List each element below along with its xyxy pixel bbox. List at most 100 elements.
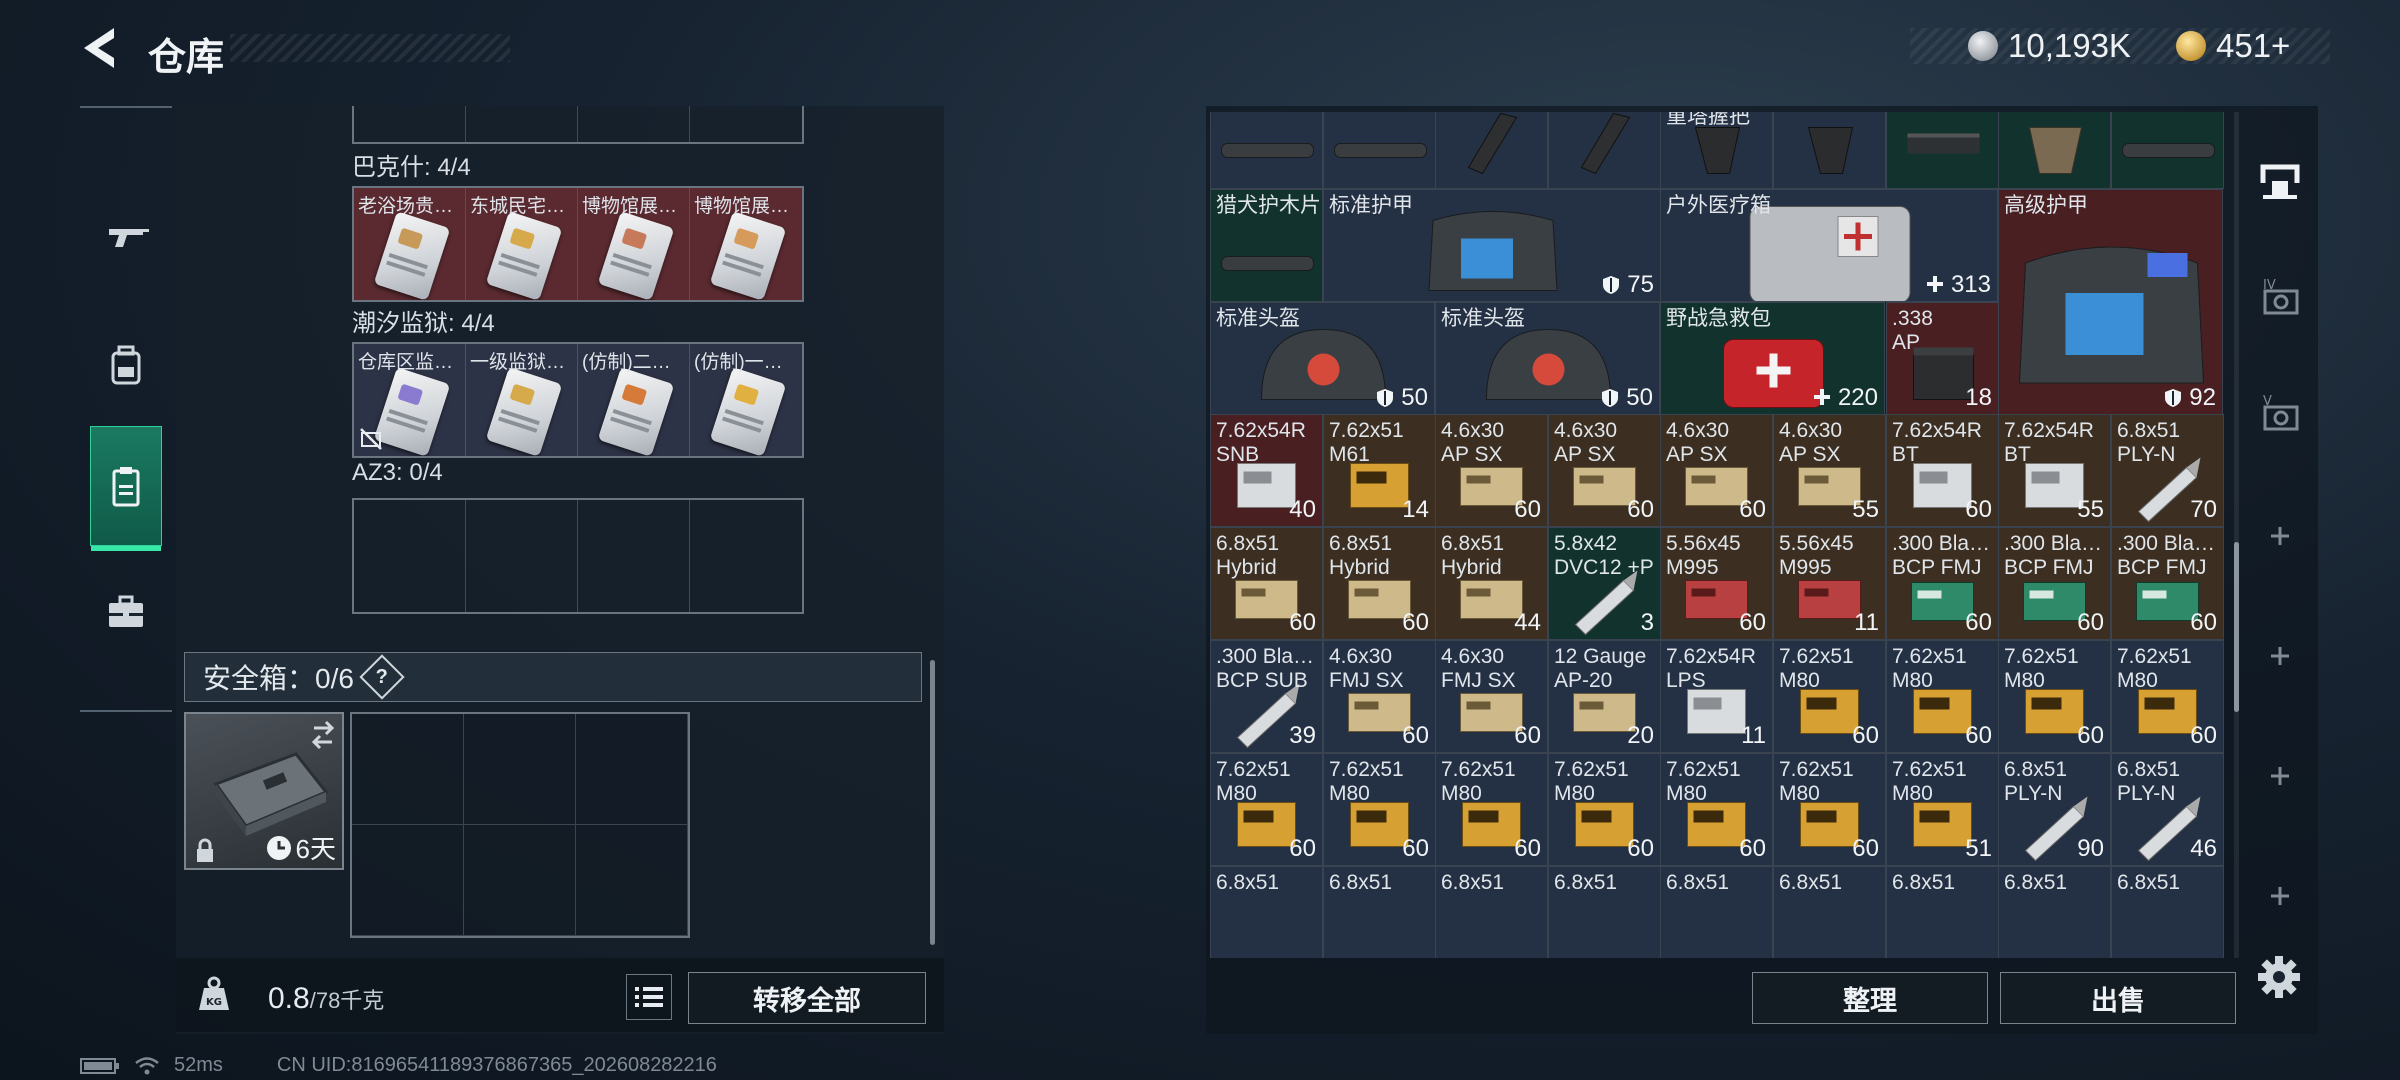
safe-slot[interactable] (576, 825, 688, 936)
inventory-item[interactable]: 7.62x51 M80 60 (2111, 640, 2224, 753)
briefcase-tab[interactable] (90, 552, 162, 672)
inventory-item[interactable]: 猎犬护木片 (2111, 112, 2224, 189)
inventory-item[interactable]: 6.8x51 PLY-N 46 (2111, 753, 2224, 866)
inventory-item[interactable]: 6.8x51 (1998, 866, 2111, 958)
inventory-item[interactable]: 7.62x54R BT 60 (1886, 414, 1999, 527)
inventory-item[interactable]: 沙暴垂直 (1548, 112, 1661, 189)
safe-slot[interactable] (464, 825, 576, 936)
inventory-item[interactable]: 6.8x51 PLY-N 90 (1998, 753, 2111, 866)
storage-filter-all[interactable] (2254, 156, 2306, 208)
keycard-slot[interactable]: 东城民宅… (466, 188, 578, 300)
storage-add-4[interactable] (2254, 870, 2306, 922)
equipment-tab[interactable] (90, 304, 162, 424)
inventory-item[interactable]: 6.8x51 (1886, 866, 1999, 958)
safe-slot[interactable] (576, 714, 688, 825)
storage-filter-v[interactable]: V (2254, 386, 2306, 438)
keycard-slot[interactable]: 老浴场贵… (354, 188, 466, 300)
inventory-item[interactable]: 6.8x51 Hybrid 44 (1435, 527, 1548, 640)
safe-slot[interactable] (464, 714, 576, 825)
keycard-slot[interactable]: 博物馆展… (578, 188, 690, 300)
inventory-item[interactable]: 猎犬护木片 (1210, 189, 1323, 302)
inventory-item[interactable]: 标准护甲 75 (1323, 189, 1661, 302)
keycard-slot[interactable]: 一级监狱… (466, 344, 578, 456)
inventory-item[interactable]: 5.56x45 M995 60 (1660, 527, 1773, 640)
inventory-item[interactable]: 6.8x51 (1548, 866, 1661, 958)
inventory-item[interactable]: 7.62x51 M80 60 (1773, 753, 1886, 866)
inventory-item[interactable]: 4.6x30 FMJ SX 60 (1435, 640, 1548, 753)
transfer-all-button[interactable]: 转移全部 (688, 972, 926, 1024)
safe-box-grid[interactable] (350, 712, 690, 938)
settings-gear-icon[interactable] (2254, 952, 2304, 1002)
keycard-slot[interactable]: 仓库区监… (354, 344, 466, 456)
inventory-item[interactable]: 7.62x54R LPS 11 (1660, 640, 1773, 753)
inventory-item[interactable]: 4.6x30 FMJ SX 60 (1323, 640, 1436, 753)
inventory-item[interactable]: 6.8x51 (2111, 866, 2224, 958)
inventory-item[interactable]: MEO增高架 (1886, 112, 1999, 189)
keycard-slot-empty[interactable] (578, 500, 690, 612)
inventory-item[interactable]: .338 AP 18 (1886, 302, 1999, 415)
weapons-tab[interactable] (90, 178, 162, 298)
safe-slot[interactable] (352, 714, 464, 825)
inventory-item[interactable]: AK 重塔握把 (1660, 112, 1773, 189)
inventory-item[interactable]: 7.62x51 M80 60 (1323, 753, 1436, 866)
inventory-item[interactable]: 多口径消… (1323, 112, 1436, 189)
inventory-item[interactable]: 4.6x30 AP SX 60 (1660, 414, 1773, 527)
keycard-slot[interactable]: (仿制)二… (578, 344, 690, 456)
keycard-slot-empty[interactable] (466, 500, 578, 612)
inventory-item[interactable]: 7.62x51 M80 60 (1210, 753, 1323, 866)
inventory-item[interactable]: 7.62x51 M80 60 (1435, 753, 1548, 866)
inventory-item[interactable]: 6.8x51 PLY-N 70 (2111, 414, 2224, 527)
inventory-scrollbar[interactable] (2234, 112, 2239, 958)
inventory-item[interactable]: RK3后握把 (1773, 112, 1886, 189)
inventory-item[interactable]: 7.62x51 M80 60 (1548, 753, 1661, 866)
inventory-item[interactable]: .300 Bla… BCP FMJ 60 (1998, 527, 2111, 640)
inventory-item[interactable]: .300 Bla… BCP FMJ 60 (1886, 527, 1999, 640)
inventory-item[interactable]: 标准头盔 50 (1435, 302, 1660, 415)
inventory-item[interactable]: 高级护甲 92 (1998, 189, 2223, 415)
storage-add-2[interactable] (2254, 630, 2306, 682)
inventory-item[interactable]: 7.62x51 M80 60 (1773, 640, 1886, 753)
inventory-item[interactable]: .300 Bla… BCP SUB 39 (1210, 640, 1323, 753)
sort-button[interactable]: 整理 (1752, 972, 1988, 1024)
inventory-item[interactable]: 4.6x30 AP SX 55 (1773, 414, 1886, 527)
storage-add-1[interactable] (2254, 510, 2306, 562)
inventory-item[interactable]: 户外医疗箱 313 (1660, 189, 1998, 302)
storage-filter-iv[interactable]: IV (2254, 270, 2306, 322)
safe-slot[interactable] (352, 825, 464, 936)
inventory-item[interactable]: 7.62x51 M80 60 (1886, 640, 1999, 753)
keycard-slot-empty[interactable] (690, 500, 802, 612)
inventory-item[interactable]: 快拔套(沙) (1998, 112, 2111, 189)
inventory-item[interactable]: 7.62x51 M80 60 (1998, 640, 2111, 753)
inventory-item[interactable]: .300 Bla… BCP FMJ 60 (2111, 527, 2224, 640)
storage-add-3[interactable] (2254, 750, 2306, 802)
inventory-item[interactable]: 6.8x51 (1210, 866, 1323, 958)
safe-case-item[interactable]: 6天 (184, 712, 344, 870)
inventory-item[interactable]: 6.8x51 (1660, 866, 1773, 958)
inventory-item[interactable]: 4.6x30 AP SX 60 (1435, 414, 1548, 527)
inventory-item[interactable]: 野战急救包 220 (1660, 302, 1885, 415)
keycard-slot[interactable]: 博物馆展… (690, 188, 802, 300)
storage-tab[interactable] (90, 426, 162, 551)
left-scrollbar[interactable] (930, 660, 935, 945)
inventory-item[interactable]: 7.62x51 M80 60 (1660, 753, 1773, 866)
inventory-item[interactable]: 7.62x54R BT 55 (1998, 414, 2111, 527)
inventory-item[interactable]: 6.8x51 Hybrid 60 (1323, 527, 1436, 640)
inventory-item[interactable]: 6.8x51 Hybrid 60 (1210, 527, 1323, 640)
keycard-slot-empty[interactable] (354, 500, 466, 612)
inventory-item[interactable]: 沙暴垂直 (1435, 112, 1548, 189)
currency-gold[interactable]: 451+ (2176, 26, 2290, 66)
help-icon[interactable]: ? (359, 654, 405, 700)
list-view-button[interactable] (626, 974, 672, 1020)
inventory-item[interactable]: 6.8x51 (1323, 866, 1436, 958)
inventory-item[interactable]: 5.56x45 M995 11 (1773, 527, 1886, 640)
inventory-item[interactable]: 12 Gauge AP-20 20 (1548, 640, 1661, 753)
inventory-item[interactable]: 6.8x51 (1435, 866, 1548, 958)
inventory-item[interactable]: 4.6x30 AP SX 60 (1548, 414, 1661, 527)
inventory-item[interactable]: 多口径消… (1210, 112, 1323, 189)
inventory-item[interactable]: 7.62x54R SNB 40 (1210, 414, 1323, 527)
back-arrow-icon[interactable] (78, 24, 122, 72)
inventory-item[interactable]: 7.62x51 M61 14 (1323, 414, 1436, 527)
keycard-slot[interactable]: (仿制)一… (690, 344, 802, 456)
inventory-item[interactable]: 标准头盔 50 (1210, 302, 1435, 415)
inventory-item[interactable]: 5.8x42 DVC12 +P 3 (1548, 527, 1661, 640)
